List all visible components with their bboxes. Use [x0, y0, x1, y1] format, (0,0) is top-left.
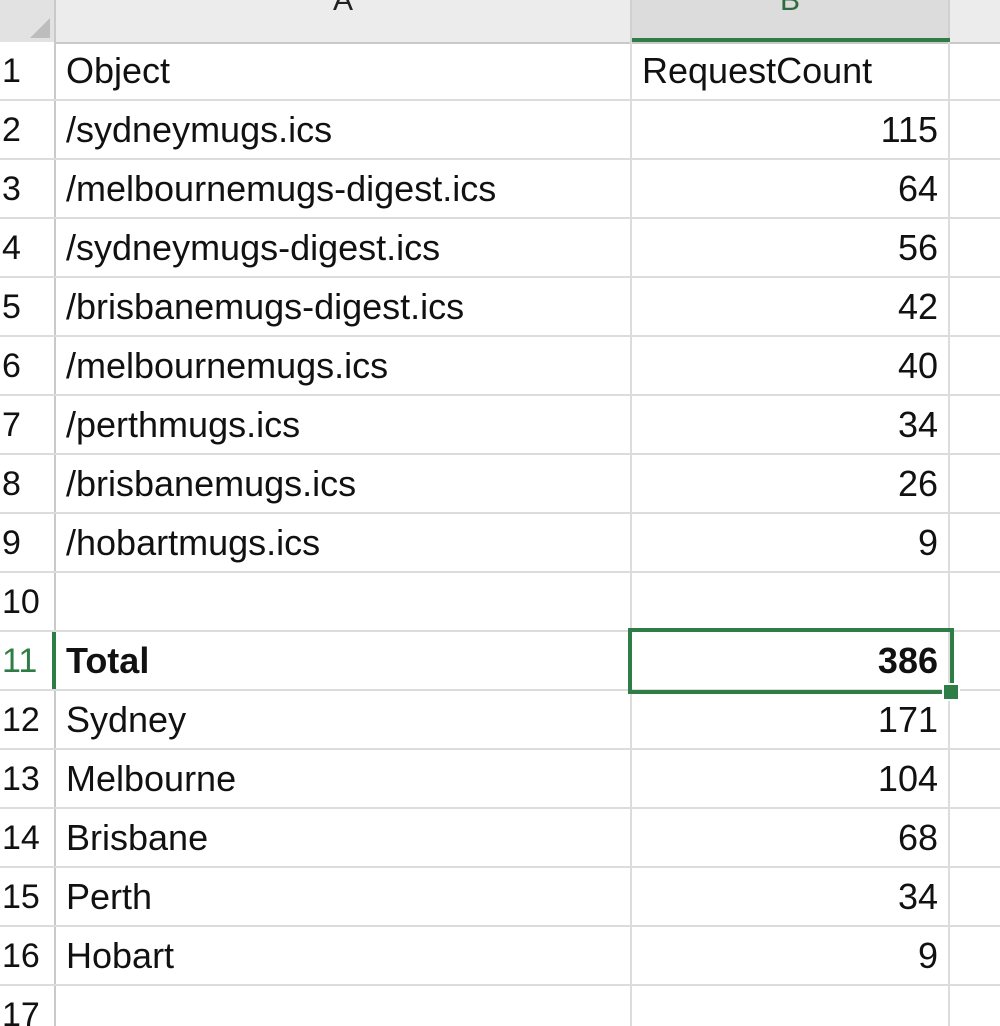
select-all-corner[interactable]: [0, 0, 56, 42]
table-row: 12 Sydney 171: [0, 691, 1000, 750]
cell-c17[interactable]: [950, 986, 1000, 1026]
cell-a14[interactable]: Brisbane: [56, 809, 632, 866]
cell-c4[interactable]: [950, 219, 1000, 276]
cell-c1[interactable]: [950, 42, 1000, 99]
table-row: 16 Hobart 9: [0, 927, 1000, 986]
cell-a2[interactable]: /sydneymugs.ics: [56, 101, 632, 158]
row-header[interactable]: 2: [0, 101, 56, 158]
row-header[interactable]: 3: [0, 160, 56, 217]
table-row: 11 Total 386: [0, 632, 1000, 691]
cell-b11[interactable]: 386: [632, 632, 950, 689]
cell-b13[interactable]: 104: [632, 750, 950, 807]
row-header[interactable]: 5: [0, 278, 56, 335]
cell-a10[interactable]: [56, 573, 632, 630]
row-header-active[interactable]: 11: [0, 632, 56, 689]
cell-b9[interactable]: 9: [632, 514, 950, 571]
cell-a12[interactable]: Sydney: [56, 691, 632, 748]
cell-c15[interactable]: [950, 868, 1000, 925]
table-row: 15 Perth 34: [0, 868, 1000, 927]
cell-b5[interactable]: 42: [632, 278, 950, 335]
cell-b1[interactable]: RequestCount: [632, 42, 950, 99]
row-header[interactable]: 7: [0, 396, 56, 453]
cell-c6[interactable]: [950, 337, 1000, 394]
cell-a17[interactable]: [56, 986, 632, 1026]
cell-b6[interactable]: 40: [632, 337, 950, 394]
cell-b16[interactable]: 9: [632, 927, 950, 984]
cell-a3[interactable]: /melbournemugs-digest.ics: [56, 160, 632, 217]
column-header-a[interactable]: A: [56, 0, 632, 42]
table-row: 4 /sydneymugs-digest.ics 56: [0, 219, 1000, 278]
cell-a11[interactable]: Total: [56, 632, 632, 689]
spreadsheet: A B 1 Object RequestCount 2 /sydneymugs.…: [0, 0, 1000, 1026]
table-row: 1 Object RequestCount: [0, 42, 1000, 101]
cell-c13[interactable]: [950, 750, 1000, 807]
cell-a4[interactable]: /sydneymugs-digest.ics: [56, 219, 632, 276]
row-header[interactable]: 15: [0, 868, 56, 925]
table-row: 14 Brisbane 68: [0, 809, 1000, 868]
row-header[interactable]: 16: [0, 927, 56, 984]
cell-a8[interactable]: /brisbanemugs.ics: [56, 455, 632, 512]
row-header[interactable]: 6: [0, 337, 56, 394]
cell-b14[interactable]: 68: [632, 809, 950, 866]
cell-a5[interactable]: /brisbanemugs-digest.ics: [56, 278, 632, 335]
cell-c5[interactable]: [950, 278, 1000, 335]
cell-c9[interactable]: [950, 514, 1000, 571]
column-header-row: A B: [0, 0, 1000, 44]
cell-c11[interactable]: [950, 632, 1000, 689]
cell-c14[interactable]: [950, 809, 1000, 866]
table-row: 17: [0, 986, 1000, 1026]
table-row: 10: [0, 573, 1000, 632]
row-header[interactable]: 1: [0, 42, 56, 99]
cell-b2[interactable]: 115: [632, 101, 950, 158]
row-header[interactable]: 9: [0, 514, 56, 571]
cell-b7[interactable]: 34: [632, 396, 950, 453]
cell-c8[interactable]: [950, 455, 1000, 512]
row-header[interactable]: 10: [0, 573, 56, 630]
cell-a16[interactable]: Hobart: [56, 927, 632, 984]
column-header-b[interactable]: B: [632, 0, 950, 42]
cell-a13[interactable]: Melbourne: [56, 750, 632, 807]
table-row: 13 Melbourne 104: [0, 750, 1000, 809]
row-header[interactable]: 8: [0, 455, 56, 512]
row-header[interactable]: 12: [0, 691, 56, 748]
table-row: 2 /sydneymugs.ics 115: [0, 101, 1000, 160]
cell-b3[interactable]: 64: [632, 160, 950, 217]
cell-b4[interactable]: 56: [632, 219, 950, 276]
table-row: 9 /hobartmugs.ics 9: [0, 514, 1000, 573]
table-row: 8 /brisbanemugs.ics 26: [0, 455, 1000, 514]
cell-a7[interactable]: /perthmugs.ics: [56, 396, 632, 453]
cell-a1[interactable]: Object: [56, 42, 632, 99]
row-header[interactable]: 13: [0, 750, 56, 807]
table-row: 6 /melbournemugs.ics 40: [0, 337, 1000, 396]
table-row: 3 /melbournemugs-digest.ics 64: [0, 160, 1000, 219]
select-all-triangle-icon: [30, 18, 50, 38]
cell-c7[interactable]: [950, 396, 1000, 453]
cell-b17[interactable]: [632, 986, 950, 1026]
cell-b15[interactable]: 34: [632, 868, 950, 925]
row-header[interactable]: 4: [0, 219, 56, 276]
cell-b10[interactable]: [632, 573, 950, 630]
cell-b12[interactable]: 171: [632, 691, 950, 748]
cell-a6[interactable]: /melbournemugs.ics: [56, 337, 632, 394]
row-header[interactable]: 17: [0, 986, 56, 1026]
cell-c16[interactable]: [950, 927, 1000, 984]
cell-a15[interactable]: Perth: [56, 868, 632, 925]
table-row: 5 /brisbanemugs-digest.ics 42: [0, 278, 1000, 337]
column-header-c[interactable]: [950, 0, 1000, 42]
cell-b8[interactable]: 26: [632, 455, 950, 512]
cell-c2[interactable]: [950, 101, 1000, 158]
cell-a9[interactable]: /hobartmugs.ics: [56, 514, 632, 571]
table-row: 7 /perthmugs.ics 34: [0, 396, 1000, 455]
cell-c10[interactable]: [950, 573, 1000, 630]
row-header[interactable]: 14: [0, 809, 56, 866]
cell-c3[interactable]: [950, 160, 1000, 217]
fill-handle[interactable]: [942, 683, 960, 701]
